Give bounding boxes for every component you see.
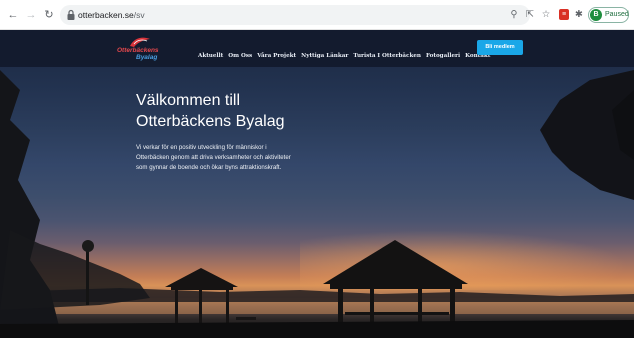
profile-status-label: Paused xyxy=(605,11,629,18)
hero-title-line-2: Otterbäckens Byalag xyxy=(136,113,285,130)
main-navigation: Aktuellt Om Oss Våra Projekt Nyttiga Länkar… xyxy=(198,44,495,59)
star-icon[interactable]: ☆ xyxy=(540,8,552,21)
hero-title-line-1: Välkommen till xyxy=(136,92,241,109)
url-text: otterbacken.se/sv xyxy=(78,9,145,21)
nav-item-om-oss[interactable]: Om Oss xyxy=(228,53,252,59)
hero-description: Vi verkar för en positiv utveckling för … xyxy=(136,144,291,171)
nav-item-vara-projekt[interactable]: Våra Projekt xyxy=(257,53,296,59)
url-domain: otterbacken.se xyxy=(78,10,134,20)
hero-title: Välkommen till Otterbäckens Byalag xyxy=(136,90,376,132)
nav-item-turista[interactable]: Turista I Otterbäcken xyxy=(353,53,421,59)
forward-arrow-icon[interactable]: → xyxy=(24,8,38,22)
nav-item-aktuellt[interactable]: Aktuellt xyxy=(198,53,223,59)
site-logo[interactable]: Otterbäckens Byalag xyxy=(114,34,166,64)
avatar: B xyxy=(590,9,602,21)
reload-icon[interactable]: ↻ xyxy=(42,8,56,22)
nav-item-nyttiga-lankar[interactable]: Nyttiga Länkar xyxy=(301,53,348,59)
hero-background-image xyxy=(0,70,634,338)
become-member-button[interactable]: Bli medlem xyxy=(477,40,523,55)
browser-toolbar: ← → ↻ otterbacken.se/sv ⚲ ⇱ ☆ ≡ ✱ B Paus… xyxy=(0,0,634,30)
extensions-puzzle-icon[interactable]: ✱ xyxy=(573,8,585,21)
lock-icon xyxy=(67,9,75,20)
logo-text-primary: Otterbäckens xyxy=(117,47,159,54)
back-arrow-icon[interactable]: ← xyxy=(6,8,20,22)
site-header: Otterbäckens Byalag Aktuellt Om Oss Våra P… xyxy=(0,30,634,67)
pdf-extension-icon[interactable]: ≡ xyxy=(559,9,569,20)
url-path: /sv xyxy=(133,10,145,20)
logo-text-secondary: Byalag xyxy=(136,54,158,61)
search-icon[interactable]: ⚲ xyxy=(508,8,520,21)
web-page: Otterbäckens Byalag Aktuellt Om Oss Våra P… xyxy=(0,30,634,338)
address-bar[interactable]: otterbacken.se/sv xyxy=(60,5,530,25)
logo-mark-icon xyxy=(130,37,150,47)
share-icon[interactable]: ⇱ xyxy=(524,8,536,21)
nav-item-fotogalleri[interactable]: Fotogalleri xyxy=(426,53,460,59)
profile-button[interactable]: B Paused xyxy=(588,7,629,23)
